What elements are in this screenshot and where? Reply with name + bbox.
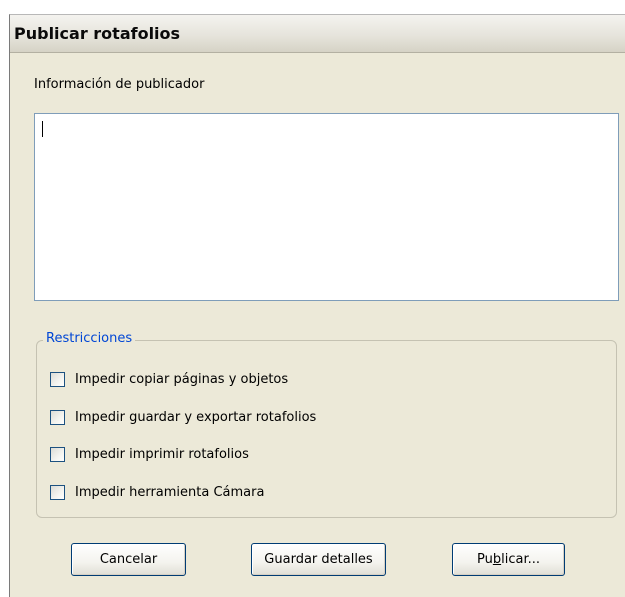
- publish-flipchart-dialog: Publicar rotafolios Información de publi…: [9, 14, 625, 597]
- text-caret: [42, 121, 43, 137]
- publish-label-end: licar...: [501, 552, 540, 567]
- publish-label-mnemonic: b: [492, 552, 502, 567]
- checkbox-row-prevent-camera[interactable]: Impedir herramienta Cámara: [50, 482, 264, 502]
- checkbox-row-prevent-copy[interactable]: Impedir copiar páginas y objetos: [50, 369, 288, 389]
- restrictions-group: Restricciones Impedir copiar páginas y o…: [36, 331, 617, 518]
- title-bar[interactable]: Publicar rotafolios: [10, 15, 625, 53]
- dialog-title: Publicar rotafolios: [14, 24, 181, 43]
- prevent-copy-checkbox[interactable]: [50, 371, 65, 387]
- prevent-copy-label[interactable]: Impedir copiar páginas y objetos: [75, 372, 288, 387]
- checkbox-row-prevent-print[interactable]: Impedir imprimir rotafolios: [50, 444, 249, 464]
- prevent-save-checkbox[interactable]: [50, 409, 65, 425]
- prevent-print-checkbox[interactable]: [50, 446, 65, 462]
- checkbox-row-prevent-save[interactable]: Impedir guardar y exportar rotafolios: [50, 407, 316, 427]
- publisher-info-label: Información de publicador: [34, 77, 205, 92]
- save-details-button[interactable]: Guardar detalles: [251, 543, 386, 576]
- prevent-camera-checkbox[interactable]: [50, 484, 65, 500]
- prevent-camera-label[interactable]: Impedir herramienta Cámara: [75, 485, 264, 500]
- cancel-button[interactable]: Cancelar: [71, 543, 186, 576]
- prevent-print-label[interactable]: Impedir imprimir rotafolios: [75, 447, 249, 462]
- publish-button[interactable]: Pu b licar...: [452, 543, 565, 576]
- prevent-save-label[interactable]: Impedir guardar y exportar rotafolios: [75, 410, 316, 425]
- publish-label-start: Pu: [476, 552, 493, 567]
- publisher-info-textarea[interactable]: [34, 113, 619, 301]
- restrictions-legend: Restricciones: [43, 331, 136, 346]
